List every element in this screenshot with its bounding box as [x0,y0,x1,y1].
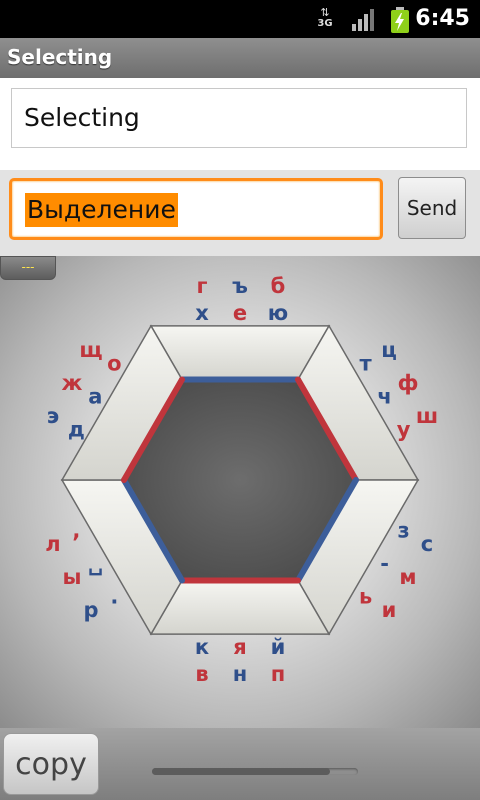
hex-key[interactable]: л [45,532,60,556]
hex-key[interactable]: э [47,404,59,428]
hex-key[interactable]: п [271,662,286,686]
status-clock: 6:45 [415,6,470,31]
hex-key[interactable]: е [233,301,247,325]
scrollbar-track[interactable] [152,768,358,775]
hex-key[interactable]: й [271,635,286,659]
hex-key[interactable]: - [380,552,389,576]
bottom-bar: copy [0,728,480,800]
hex-key[interactable]: ф [398,371,419,395]
hex-key[interactable]: м [399,565,416,589]
hex-key[interactable]: ю [268,301,288,325]
hex-key[interactable]: а [88,385,102,409]
network-type-label: 3G [317,18,333,29]
hex-key[interactable]: с [421,532,433,556]
hex-key[interactable]: , [72,519,80,543]
hex-key[interactable]: д [68,417,85,441]
input-panel: Выделение Send [0,170,480,256]
status-bar: ⇅ 3G 6:45 [0,0,480,38]
hex-key[interactable]: у [397,417,411,441]
hex-key[interactable]: б [271,274,286,298]
send-button[interactable]: Send [398,177,466,239]
app-title: Selecting [7,45,113,69]
hex-key[interactable]: г [197,274,208,298]
echo-text: Selecting [24,103,140,132]
hex-key[interactable]: о [107,352,121,376]
network-indicator: ⇅ 3G [316,6,334,32]
echo-text-box[interactable]: Selecting [11,88,467,148]
hex-key[interactable]: т [360,352,373,376]
hex-keyboard-canvas: г ъ б х е ю цфш тчу сми з-ь пн в й як рыл. ␣, эжщ дао [45,274,438,686]
hex-key[interactable]: в [195,662,208,686]
hex-key[interactable]: з [398,519,410,543]
data-transfer-icon: ⇅ [320,6,330,19]
hex-key[interactable]: х [195,301,209,325]
hex-key[interactable]: ц [381,338,397,362]
hex-key[interactable]: щ [79,338,102,362]
selected-text: Выделение [25,193,178,227]
hex-key[interactable]: ы [62,565,81,589]
hex-key[interactable]: к [195,635,209,659]
hex-key[interactable]: ␣ [88,552,103,576]
message-input[interactable]: Выделение [9,178,383,240]
battery-charging-icon [391,7,409,33]
copy-button[interactable]: copy [3,733,99,795]
hex-key[interactable]: ь [359,584,372,608]
hex-key[interactable]: н [233,662,248,686]
hex-key[interactable]: . [110,584,118,608]
echo-panel: Selecting [0,78,480,170]
hex-key[interactable]: ъ [232,274,248,298]
signal-strength-icon [352,9,374,31]
hex-key[interactable]: р [83,598,98,622]
title-bar: Selecting [0,38,480,79]
hex-key[interactable]: и [382,598,397,622]
hex-key[interactable]: ж [62,371,83,395]
hex-key[interactable]: я [233,635,246,659]
hex-key[interactable]: ч [377,385,391,409]
hex-keyboard: --- г ъ б х е ю ц ф ш т ч у с м и з - ь п н в й я к р ы л. ␣, э ж щ д а о [0,256,480,728]
scrollbar-thumb[interactable] [152,768,330,775]
hex-key[interactable]: ш [416,404,438,428]
